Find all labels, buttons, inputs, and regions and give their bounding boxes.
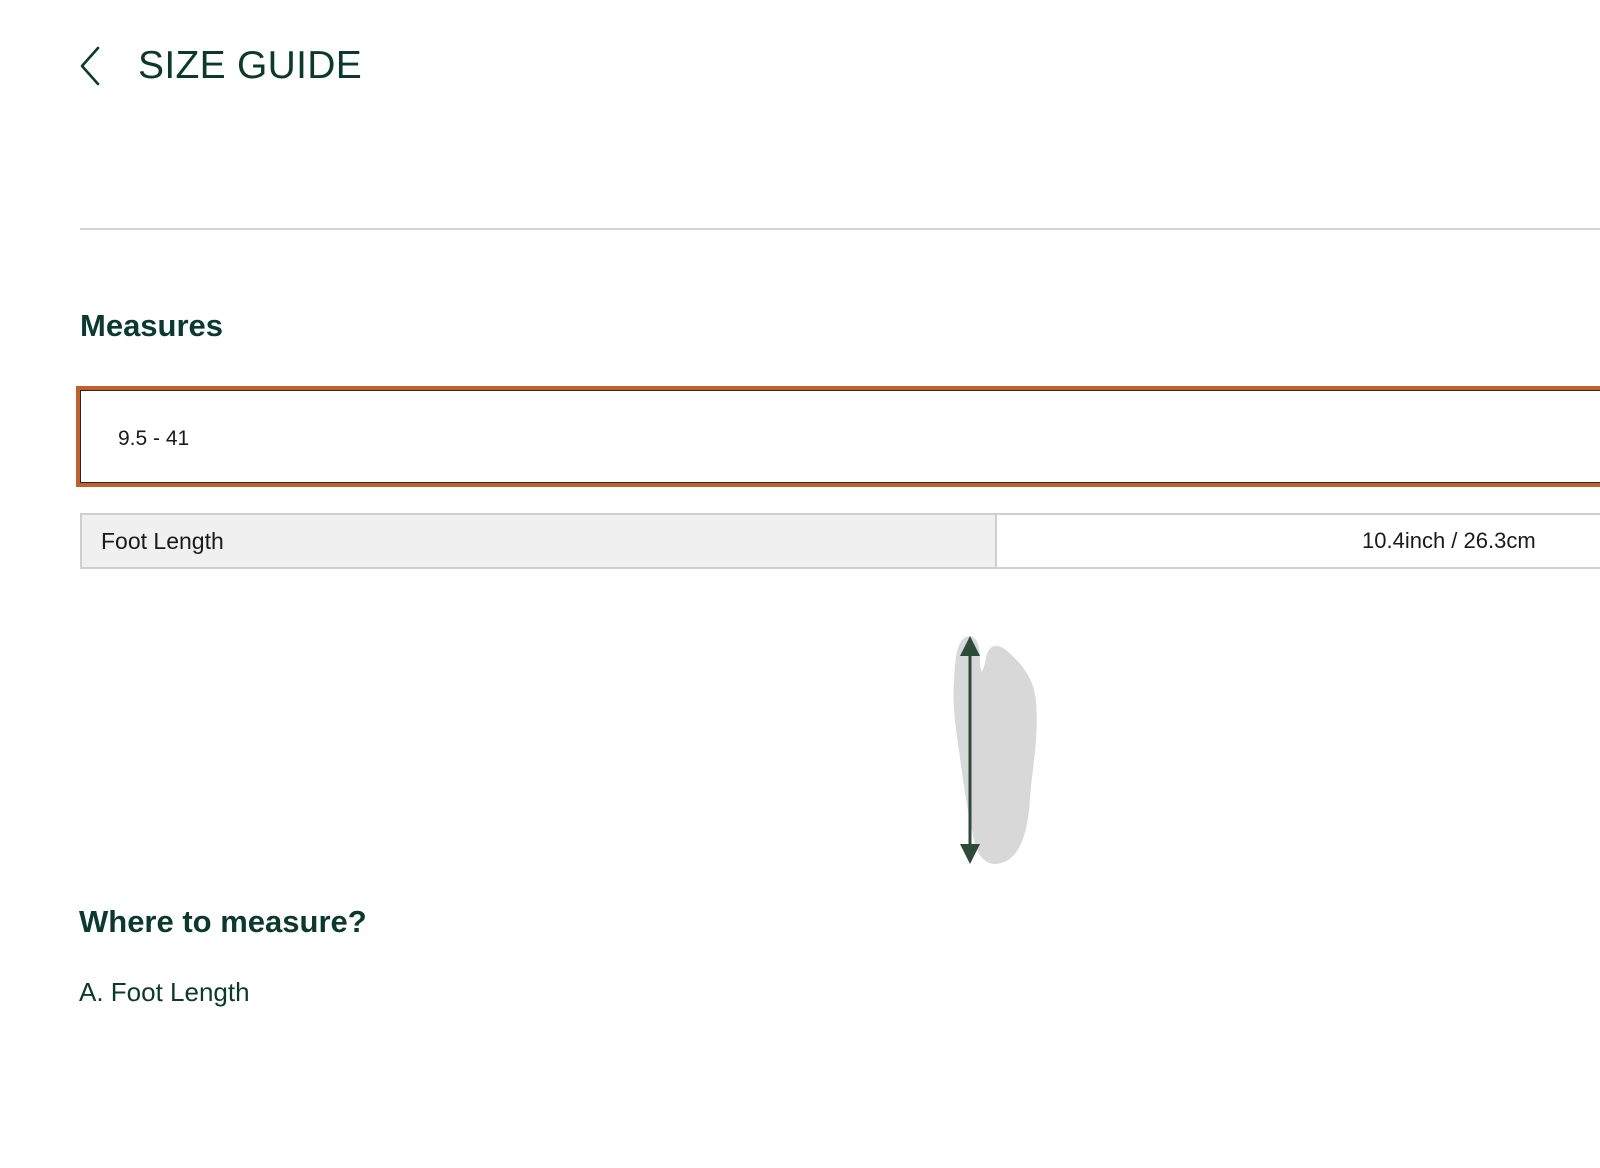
size-select[interactable]: 9.5 - 41 [76,386,1600,487]
foot-silhouette [953,636,1037,864]
back-button[interactable] [78,42,112,90]
measures-heading: Measures [80,308,224,343]
where-to-measure-heading: Where to measure? [79,904,367,939]
size-select-value: 9.5 - 41 [118,427,190,450]
measure-arrow-head-bottom [960,844,980,864]
foot-length-diagram [953,636,1037,864]
measure-value-cell: 10.4inch / 26.3cm [997,515,1600,567]
header: SIZE GUIDE [78,38,362,94]
divider [80,228,1600,230]
where-item-foot-length: A. Foot Length [79,977,250,1007]
measure-label-cell: Foot Length [82,515,997,567]
chevron-left-icon [80,46,100,86]
size-select-inner-border [80,390,1600,483]
measure-table-row: Foot Length 10.4inch / 26.3cm [80,513,1600,569]
page-title: SIZE GUIDE [138,44,363,87]
